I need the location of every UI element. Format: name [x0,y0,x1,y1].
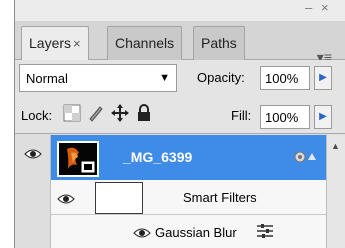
tab-layers[interactable]: Layers × [21,26,89,61]
filter-mask-thumbnail[interactable] [95,182,143,214]
gaussian-blur-label: Gaussian Blur [155,225,237,240]
filter-blending-options-icon[interactable] [256,223,274,244]
blend-mode-value: Normal [26,71,68,86]
tab-channels-label: Channels [115,35,175,51]
layers-panel: – × Layers × Channels Paths ▾≡ Normal ▼ O… [14,0,345,248]
eye-icon[interactable] [57,192,75,210]
visibility-column [15,135,51,248]
tab-layers-label: Layers [29,35,72,51]
fill-label: Fill: [231,108,252,123]
eye-icon[interactable] [133,226,151,244]
layers-scrollbar[interactable]: ▲ [326,135,345,248]
blend-opacity-row: Normal ▼ Opacity: 100% ▶ [15,60,345,96]
tab-paths[interactable]: Paths [193,26,245,60]
layer-name: _MG_6399 [123,149,193,165]
scroll-up-icon[interactable]: ▲ [331,141,340,151]
lock-fill-row: Lock: Fill: 100% ▶ [15,96,345,134]
tab-channels[interactable]: Channels [107,26,183,60]
lock-label: Lock: [21,108,53,123]
lock-position-move-icon[interactable] [111,104,129,122]
tab-close-icon[interactable]: × [73,36,81,51]
tab-paths-label: Paths [201,35,237,51]
layers-list: _MG_6399 Smart Filters Gaussian Blur [15,135,345,248]
eye-icon[interactable] [24,147,42,165]
panel-tabs: Layers × Channels Paths ▾≡ [15,21,345,65]
minimize-icon[interactable]: – [305,0,312,15]
lock-all-padlock-icon[interactable] [135,104,153,122]
smart-filters-row[interactable]: Smart Filters [51,180,327,215]
fill-input[interactable]: 100% [260,105,310,129]
layer-thumbnail [57,141,99,177]
opacity-input[interactable]: 100% [260,66,310,90]
smart-filters-badge-icon [291,146,317,173]
opacity-label: Opacity: [197,70,245,85]
opacity-stepper-icon[interactable]: ▶ [314,66,332,90]
lock-transparency-icon[interactable] [63,104,81,122]
blend-mode-select[interactable]: Normal ▼ [19,64,177,92]
gaussian-blur-row[interactable]: Gaussian Blur [51,215,327,248]
layer-row-mg-6399[interactable]: _MG_6399 [51,135,327,180]
smart-filters-label: Smart Filters [183,190,257,205]
close-icon[interactable]: × [321,0,329,15]
dropdown-arrow-icon: ▼ [159,72,170,84]
fill-stepper-icon[interactable]: ▶ [314,105,332,129]
lock-pixels-brush-icon[interactable] [87,104,105,122]
